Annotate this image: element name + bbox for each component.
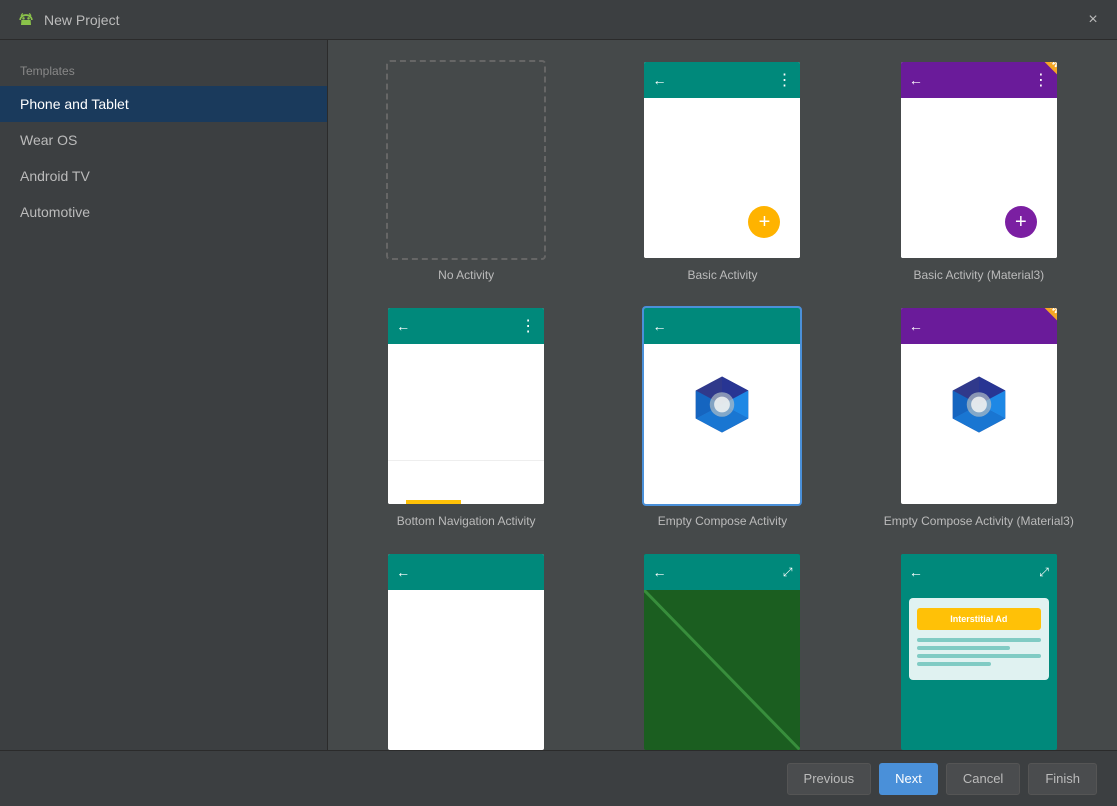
content-area: No Activity ← ⋮ +: [328, 40, 1117, 750]
android-icon: [16, 10, 36, 30]
fab-icon: +: [748, 206, 780, 238]
template-preview-no-activity: [386, 60, 546, 260]
sidebar-item-wear-os[interactable]: Wear OS: [0, 122, 327, 158]
toolbar-arrow-m3-icon: ←: [909, 72, 923, 88]
toolbar-arrow-icon: ←: [652, 72, 666, 88]
sidebar: Templates Phone and Tablet Wear OS Andro…: [0, 40, 328, 750]
template-preview-interstitial-ad: ← ⤢ Interstitial Ad: [899, 552, 1059, 750]
preview-badge-compose-m3: PREVIEW: [1007, 308, 1057, 358]
title-bar: New Project ×: [0, 0, 1117, 40]
next-button[interactable]: Next: [879, 763, 938, 795]
interstitial-ad-label: Interstitial Ad: [917, 608, 1041, 630]
main-content: Templates Phone and Tablet Wear OS Andro…: [0, 40, 1117, 750]
template-preview-basic-activity: ← ⋮ +: [642, 60, 802, 260]
template-preview-fullscreen: ← ⤢: [642, 552, 802, 750]
template-simple-activity[interactable]: ← Empty Activity: [348, 552, 584, 750]
template-basic-activity[interactable]: ← ⋮ + Basic Activity: [604, 60, 840, 282]
template-preview-basic-activity-m3: ← ⋮ + PREVIEW: [899, 60, 1059, 260]
dialog-title: New Project: [44, 12, 1085, 28]
sidebar-section-label: Templates: [0, 48, 327, 86]
new-project-dialog: New Project × Templates Phone and Tablet…: [0, 0, 1117, 806]
template-label-no-activity: No Activity: [438, 268, 494, 282]
templates-grid: No Activity ← ⋮ +: [348, 60, 1097, 750]
template-interstitial-ad[interactable]: ← ⤢ Interstitial Ad I: [861, 552, 1097, 750]
template-empty-compose[interactable]: ←: [604, 306, 840, 528]
template-label-basic-activity-m3: Basic Activity (Material3): [913, 268, 1044, 282]
template-basic-activity-m3[interactable]: ← ⋮ + PREVIEW Basic Activity (Material3): [861, 60, 1097, 282]
preview-badge-m3: PREVIEW: [1007, 62, 1057, 112]
template-label-basic-activity: Basic Activity: [687, 268, 757, 282]
footer: Previous Next Cancel Finish: [0, 750, 1117, 806]
template-empty-compose-m3[interactable]: ←: [861, 306, 1097, 528]
sidebar-item-android-tv[interactable]: Android TV: [0, 158, 327, 194]
template-preview-empty-compose-m3: ←: [899, 306, 1059, 506]
cancel-button[interactable]: Cancel: [946, 763, 1020, 795]
previous-button[interactable]: Previous: [787, 763, 872, 795]
template-preview-bottom-nav: ← ⋮: [386, 306, 546, 506]
template-preview-empty-compose: ←: [642, 306, 802, 506]
fullscreen-diagonal-icon: [644, 590, 800, 750]
template-label-bottom-nav: Bottom Navigation Activity: [397, 514, 536, 528]
template-bottom-nav[interactable]: ← ⋮ Bottom Navigation Activity: [348, 306, 584, 528]
template-fullscreen[interactable]: ← ⤢ Fullscreen Activity: [604, 552, 840, 750]
sidebar-item-phone-tablet[interactable]: Phone and Tablet: [0, 86, 327, 122]
compose-m3-logo-icon: [944, 370, 1014, 440]
compose-logo-icon: [687, 370, 757, 440]
toolbar-dots-icon: ⋮: [776, 70, 792, 90]
finish-button[interactable]: Finish: [1028, 763, 1097, 795]
sidebar-item-automotive[interactable]: Automotive: [0, 194, 327, 230]
template-preview-simple-activity: ←: [386, 552, 546, 750]
template-label-empty-compose-m3: Empty Compose Activity (Material3): [884, 514, 1074, 528]
template-no-activity[interactable]: No Activity: [348, 60, 584, 282]
close-button[interactable]: ×: [1085, 12, 1101, 28]
template-label-empty-compose: Empty Compose Activity: [658, 514, 787, 528]
